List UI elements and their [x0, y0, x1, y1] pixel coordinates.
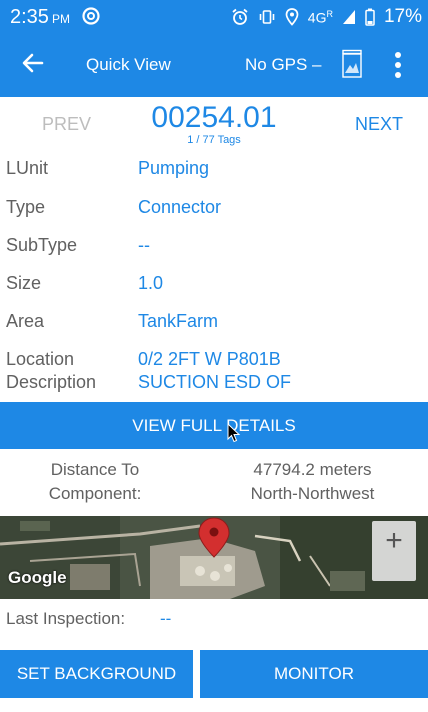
set-background-button[interactable]: SET BACKGROUND	[0, 650, 193, 698]
type-value: Connector	[138, 197, 222, 217]
location-label-line1: Location	[6, 349, 75, 369]
last-inspection-label: Last Inspection:	[6, 609, 126, 628]
last-inspection-value: --	[160, 609, 172, 628]
subtype-value: --	[138, 235, 150, 255]
top-bar: 2:35 PM 4GR 17% Quick View No GPS –	[0, 0, 428, 97]
vibrate-icon	[259, 10, 275, 24]
location-value-line1: 0/2 2FT W P801B	[138, 349, 281, 369]
distance-direction: North-Northwest	[250, 484, 375, 503]
type-label: Type	[6, 197, 46, 217]
view-full-details-button[interactable]: VIEW FULL DETAILS	[0, 402, 428, 449]
do-not-disturb-icon	[82, 7, 100, 25]
status-time-value: 2:35	[10, 6, 49, 28]
distance-label-line1: Distance To	[50, 460, 140, 479]
tag-count: 1 / 77 Tags	[187, 134, 241, 146]
more-vert-icon[interactable]	[394, 51, 402, 79]
mouse-cursor-icon	[227, 423, 241, 443]
tag-navigation: PREV 00254.01 1 / 77 Tags NEXT	[0, 97, 428, 149]
location-icon	[285, 8, 299, 26]
distance-label-line2: Component:	[48, 484, 142, 503]
subtype-label: SubType	[6, 235, 78, 255]
google-attribution: Google	[8, 568, 67, 587]
area-value: TankFarm	[138, 311, 219, 331]
alarm-icon	[232, 8, 248, 25]
next-button[interactable]: NEXT	[355, 114, 403, 135]
battery-percent: 17%	[383, 6, 422, 27]
app-bar: Quick View No GPS –	[0, 33, 428, 97]
back-arrow-icon[interactable]	[20, 50, 46, 76]
location-value-line2: SUCTION ESD OF	[138, 372, 292, 392]
area-label: Area	[6, 311, 45, 331]
gps-status-dash: –	[312, 55, 322, 74]
page-title: Quick View	[86, 55, 171, 74]
battery-icon	[365, 8, 375, 26]
status-time: 2:35 PM	[10, 6, 70, 29]
location-label-line2: Description	[6, 372, 97, 392]
monitor-button[interactable]: MONITOR	[200, 650, 428, 698]
network-type: 4GR	[308, 9, 333, 26]
roaming-label: R	[326, 8, 333, 19]
zoom-control[interactable]: +	[372, 521, 416, 581]
lunit-value: Pumping	[138, 158, 210, 178]
distance-meters: 47794.2 meters	[253, 460, 372, 479]
size-value: 1.0	[138, 273, 164, 293]
lunit-label: LUnit	[6, 158, 49, 178]
distance-label: Distance To Component:	[40, 458, 150, 506]
status-bar: 2:35 PM 4GR 17%	[0, 0, 428, 33]
status-ampm: PM	[51, 12, 70, 26]
network-label: 4G	[307, 9, 327, 26]
distance-value: 47794.2 meters North-Northwest	[230, 458, 395, 506]
gps-status: No GPS	[245, 55, 308, 74]
size-label: Size	[6, 273, 42, 293]
background-image-icon[interactable]	[341, 49, 363, 79]
signal-icon	[342, 10, 355, 24]
map-view[interactable]: Google +	[0, 516, 428, 599]
status-icons: 4GR 17%	[231, 6, 422, 28]
zoom-in-button[interactable]: +	[372, 521, 416, 561]
